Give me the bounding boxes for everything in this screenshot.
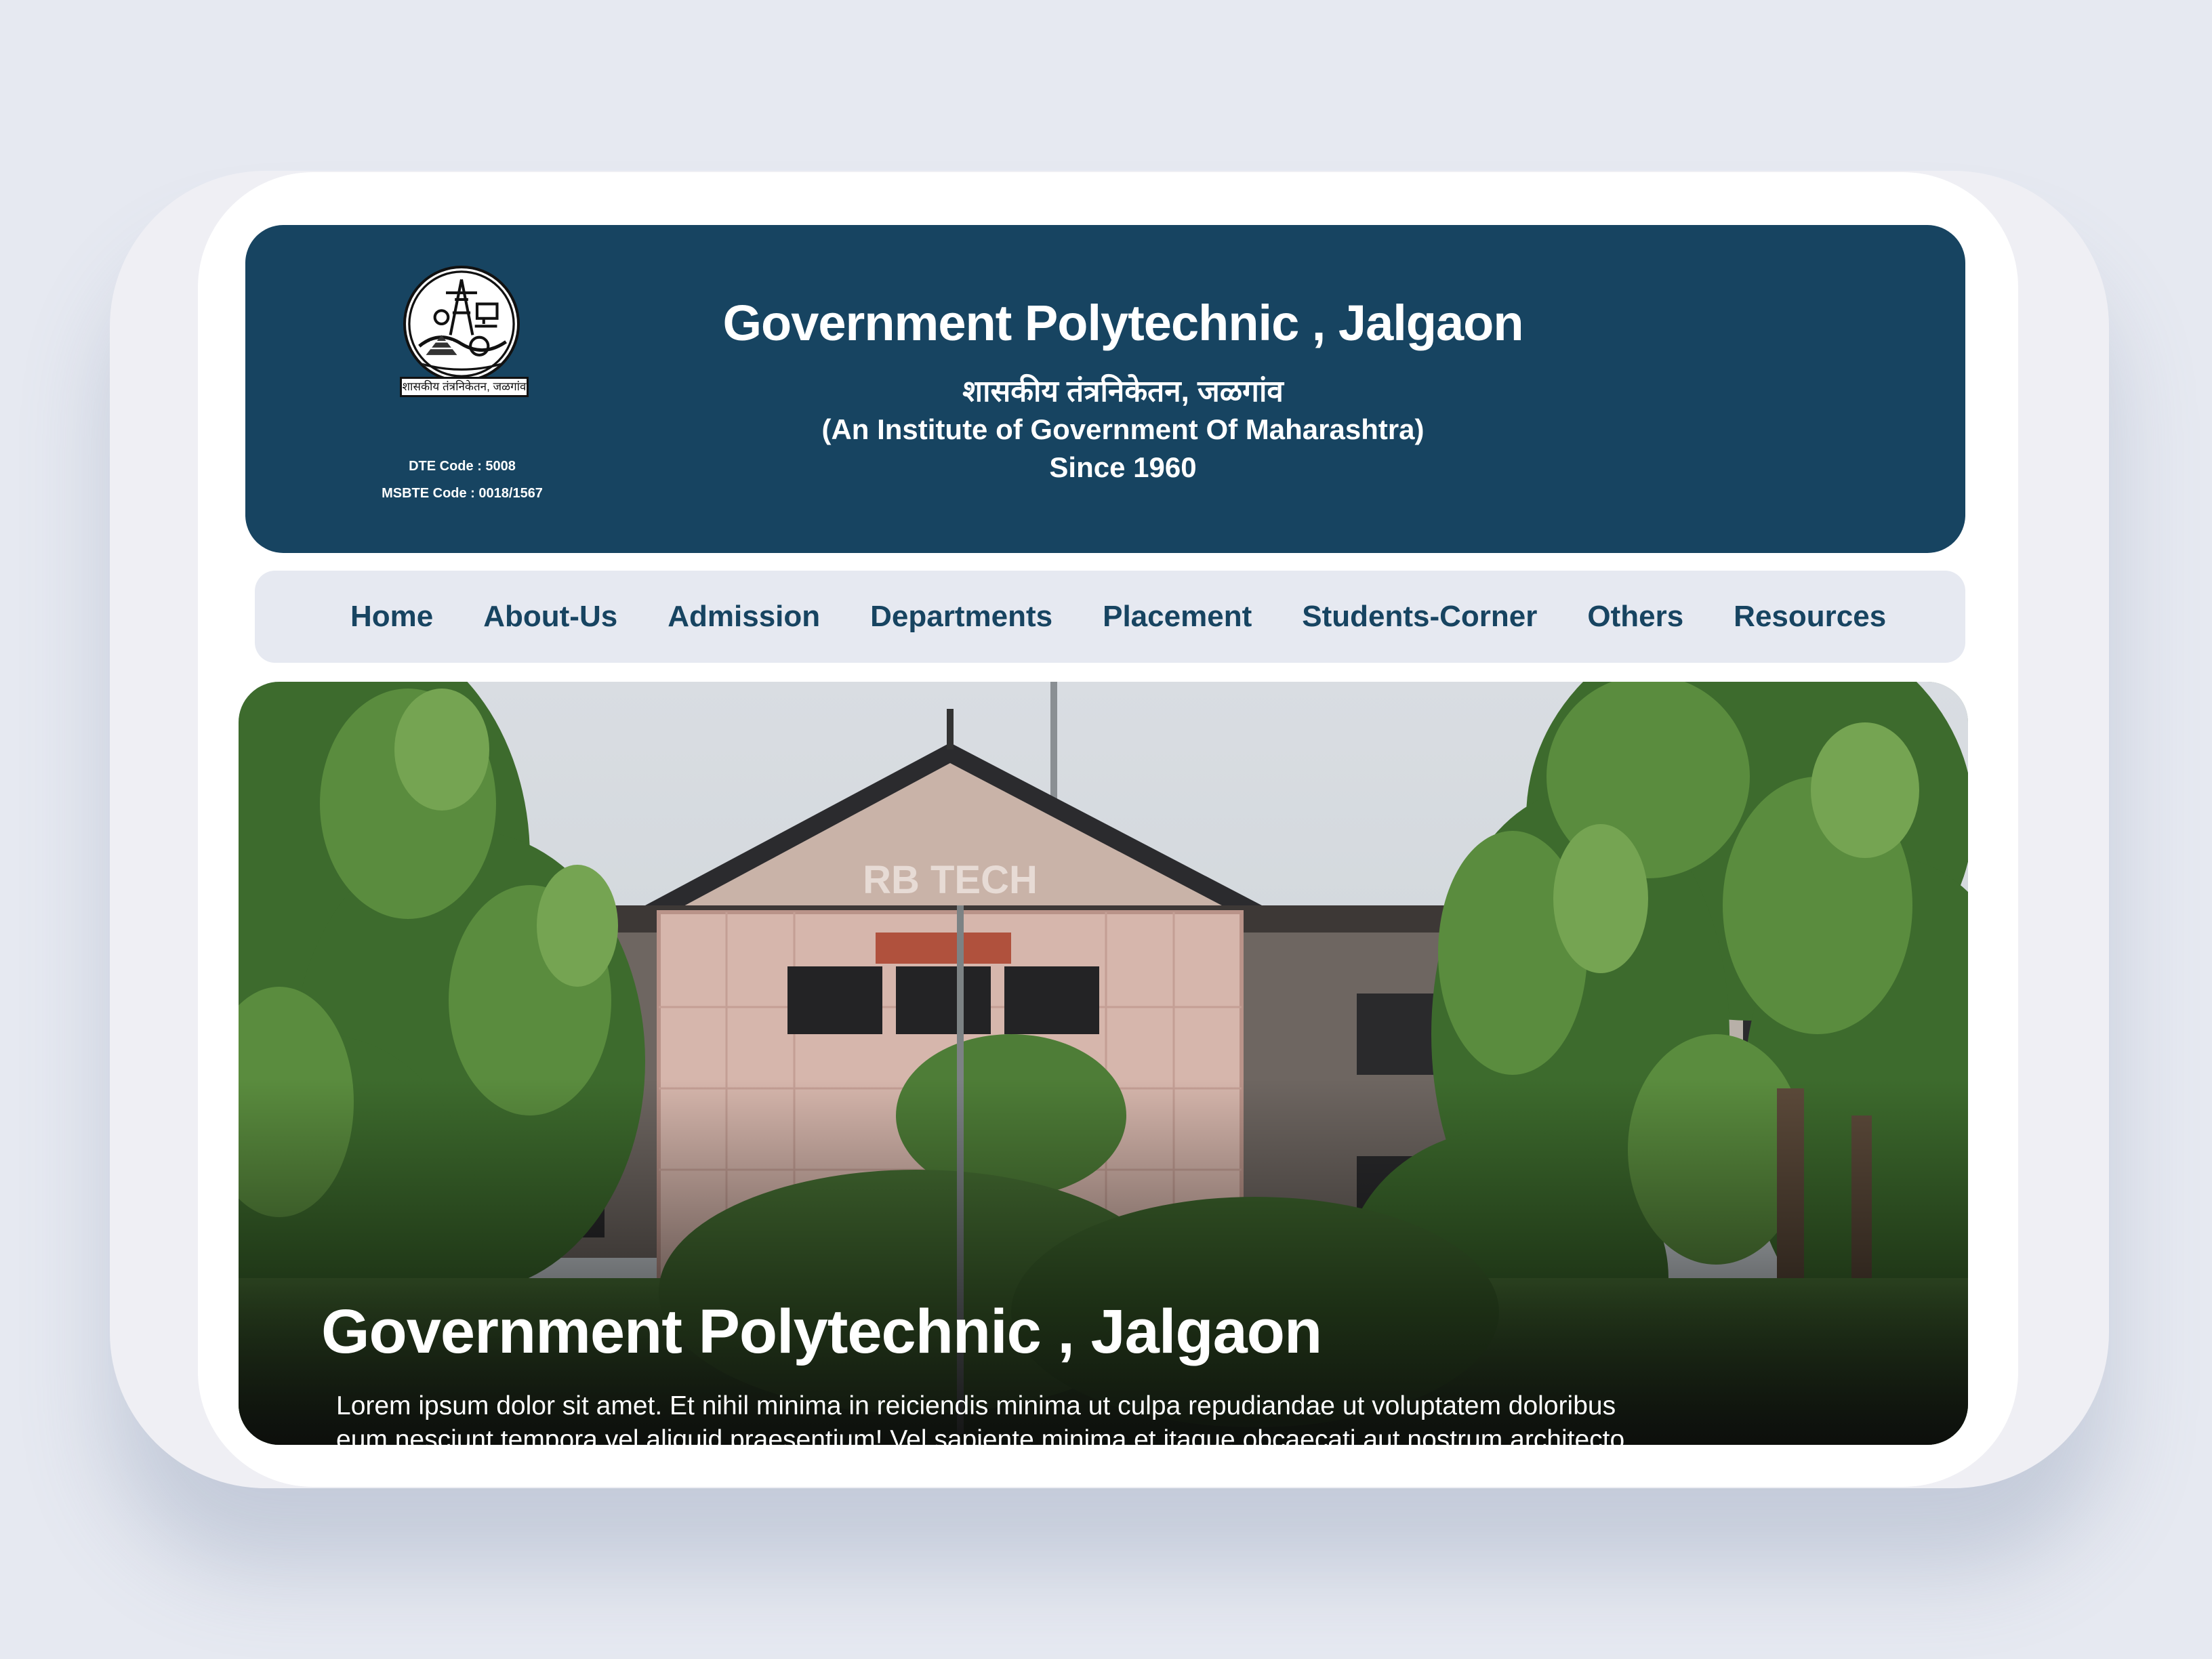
main-navigation: Home About-Us Admission Departments Plac… xyxy=(255,571,1965,663)
site-since: Since 1960 xyxy=(1049,451,1197,483)
site-title: Government Polytechnic , Jalgaon xyxy=(722,295,1523,351)
institute-codes: DTE Code : 5008 MSBTE Code : 0018/1567 xyxy=(361,453,564,507)
hero-title: Government Polytechnic , Jalgaon xyxy=(321,1297,1322,1366)
college-logo: शासकीय तंत्रनिकेतन, जळगांव xyxy=(400,266,529,401)
site-subtitle: (An Institute of Government Of Maharasht… xyxy=(821,413,1425,445)
college-emblem-icon xyxy=(403,266,520,382)
nav-others[interactable]: Others xyxy=(1587,600,1683,634)
browser-screen: शासकीय तंत्रनिकेतन, जळगांव DTE Code : 50… xyxy=(198,172,2018,1487)
hero-banner: RB TECH xyxy=(239,682,1968,1445)
msbte-code: MSBTE Code : 0018/1567 xyxy=(382,486,543,501)
nav-departments[interactable]: Departments xyxy=(870,600,1052,634)
nav-resources[interactable]: Resources xyxy=(1734,600,1886,634)
hero-description: Lorem ipsum dolor sit amet. Et nihil min… xyxy=(336,1391,1625,1445)
site-title-marathi: शासकीय तंत्रनिकेतन, जळगांव xyxy=(962,375,1284,408)
nav-home[interactable]: Home xyxy=(350,600,433,634)
header-text-block: Government Polytechnic , Jalgaon शासकीय … xyxy=(652,225,1594,487)
nav-students-corner[interactable]: Students-Corner xyxy=(1302,600,1537,634)
nav-admission[interactable]: Admission xyxy=(668,600,820,634)
nav-placement[interactable]: Placement xyxy=(1103,600,1252,634)
emblem-caption: शासकीय तंत्रनिकेतन, जळगांव xyxy=(400,377,529,397)
nav-about-us[interactable]: About-Us xyxy=(483,600,617,634)
dte-code: DTE Code : 5008 xyxy=(409,459,516,474)
site-header: शासकीय तंत्रनिकेतन, जळगांव DTE Code : 50… xyxy=(245,225,1965,553)
